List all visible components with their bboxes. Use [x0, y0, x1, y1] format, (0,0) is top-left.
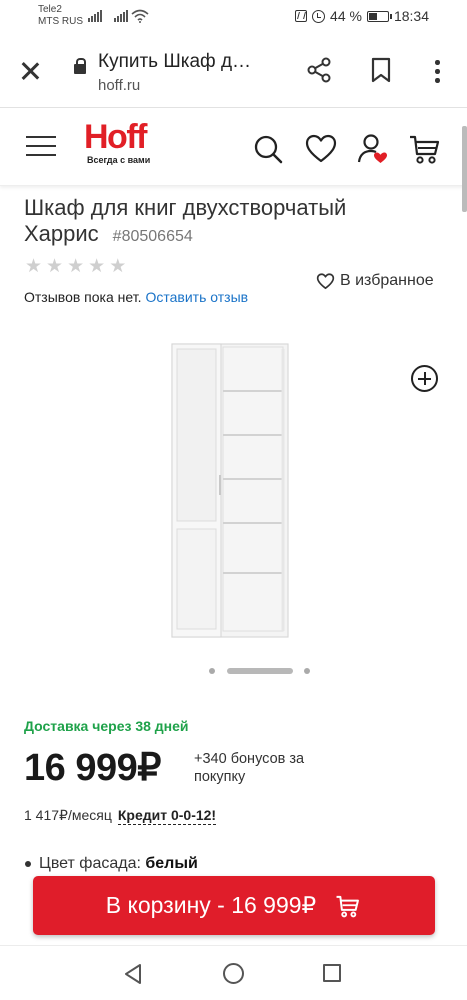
share-icon[interactable]	[305, 56, 333, 84]
gallery-dot[interactable]	[209, 668, 215, 674]
url-text[interactable]: hoff.ru	[98, 77, 140, 94]
heart-icon[interactable]	[304, 132, 338, 166]
battery-fill	[368, 12, 377, 20]
close-icon[interactable]	[18, 59, 42, 83]
credit-line: 1 417₽/месяц Кредит 0-0-12!	[24, 807, 217, 825]
bookmark-icon[interactable]	[369, 56, 393, 84]
star-icon[interactable]: ★	[109, 257, 126, 277]
delivery-info: Доставка через 38 дней	[24, 718, 189, 734]
star-icon[interactable]: ★	[88, 257, 105, 277]
alarm-icon	[312, 9, 326, 23]
battery-icon	[366, 10, 392, 22]
reviews-line: Отзывов пока нет. Оставить отзыв	[24, 289, 248, 305]
zoom-in-icon[interactable]	[411, 365, 438, 392]
wifi-icon	[131, 9, 149, 23]
browser-toolbar: Купить Шкаф д… hoff.ru	[0, 34, 467, 108]
cart-icon[interactable]	[408, 132, 442, 166]
battery-percent: 44 %	[330, 8, 362, 24]
logo-word: Hoff	[84, 118, 147, 156]
heart-outline-icon	[316, 272, 335, 289]
credit-link[interactable]: Кредит 0-0-12!	[117, 807, 217, 825]
menu-icon[interactable]	[26, 134, 56, 158]
nfc-icon	[295, 10, 308, 22]
star-icon[interactable]: ★	[46, 257, 63, 277]
product-image[interactable]	[171, 343, 289, 639]
carrier-2: MTS RUS	[38, 16, 83, 27]
product-sku: #80506654	[112, 228, 193, 245]
back-icon[interactable]	[123, 963, 143, 985]
star-icon[interactable]: ★	[67, 257, 84, 277]
leave-review-link[interactable]: Оставить отзыв	[145, 289, 248, 305]
signal-icon	[88, 10, 102, 22]
spec-label: Цвет фасада:	[39, 855, 146, 872]
more-vert-icon[interactable]	[427, 58, 447, 84]
gallery-dot-active[interactable]	[227, 668, 293, 674]
logo-tagline: Всегда с вами	[87, 155, 151, 165]
status-bar: Tele2 MTS RUS 44 % 18:34	[0, 0, 467, 34]
spec-value: белый	[145, 855, 198, 872]
carrier-names: Tele2 MTS RUS	[38, 4, 83, 28]
system-nav-bar	[0, 945, 467, 1000]
add-to-cart-button[interactable]: В корзину - 16 999₽	[33, 876, 435, 935]
lock-icon	[74, 58, 86, 74]
clock: 18:34	[393, 8, 429, 24]
rating-stars[interactable]: ★ ★ ★ ★ ★	[25, 257, 126, 277]
product-title: Шкаф для книг двухстворчатый Харрис #8050…	[24, 195, 444, 250]
favorites-label: В избранное	[340, 272, 434, 289]
gallery-pagination[interactable]	[0, 667, 467, 675]
page-scrollbar[interactable]	[462, 126, 467, 212]
account-icon[interactable]	[356, 132, 390, 166]
product-price: 16 999₽	[24, 747, 161, 789]
gallery-dot[interactable]	[304, 668, 310, 674]
status-right: 44 % 18:34	[295, 8, 429, 24]
star-icon[interactable]: ★	[25, 257, 42, 277]
recent-apps-icon[interactable]	[323, 964, 341, 982]
carrier-1: Tele2	[38, 4, 62, 15]
add-to-favorites[interactable]: В избранное	[316, 272, 434, 290]
reviews-text: Отзывов пока нет.	[24, 289, 142, 305]
site-header: Hoff Всегда с вами	[0, 108, 467, 186]
monthly-payment: 1 417₽/месяц	[24, 807, 112, 823]
hoff-logo[interactable]: Hoff Всегда с вами	[84, 120, 162, 165]
page-title[interactable]: Купить Шкаф д…	[98, 51, 251, 73]
home-icon[interactable]	[223, 963, 244, 984]
signal-icon-2	[114, 10, 128, 22]
add-to-cart-label: В корзину - 16 999₽	[105, 892, 317, 918]
cart-icon	[336, 895, 360, 917]
bonus-info: +340 бонусов за покупку	[194, 751, 305, 785]
search-icon[interactable]	[251, 132, 285, 166]
